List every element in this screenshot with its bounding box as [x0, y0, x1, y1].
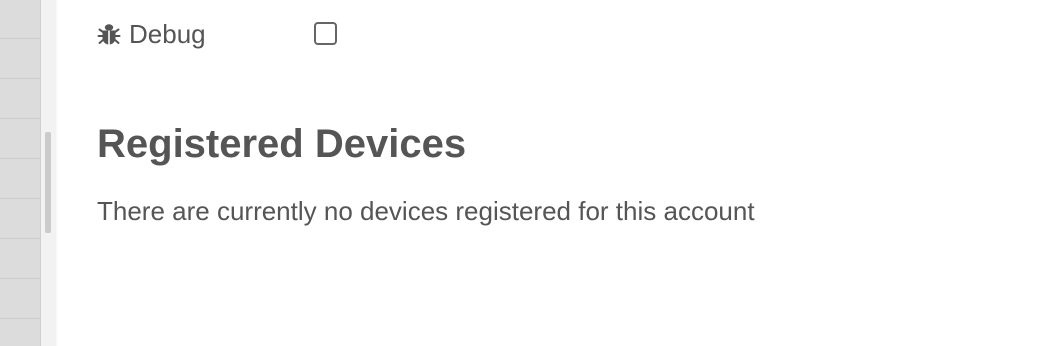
scrollbar-thumb[interactable] — [45, 132, 51, 233]
debug-checkbox[interactable] — [314, 22, 337, 45]
debug-label: Debug — [129, 19, 206, 49]
no-devices-message: There are currently no devices registere… — [97, 196, 755, 226]
scrollbar-track[interactable] — [40, 0, 55, 346]
debug-setting-row: Debug — [97, 16, 206, 52]
bug-icon — [97, 21, 121, 47]
registered-devices-heading: Registered Devices — [97, 122, 467, 166]
settings-panel: Debug Registered Devices There are curre… — [97, 0, 1038, 346]
background-grid-panel — [0, 0, 40, 346]
panel-shadow — [55, 0, 58, 346]
app-window: Debug Registered Devices There are curre… — [0, 0, 1038, 346]
